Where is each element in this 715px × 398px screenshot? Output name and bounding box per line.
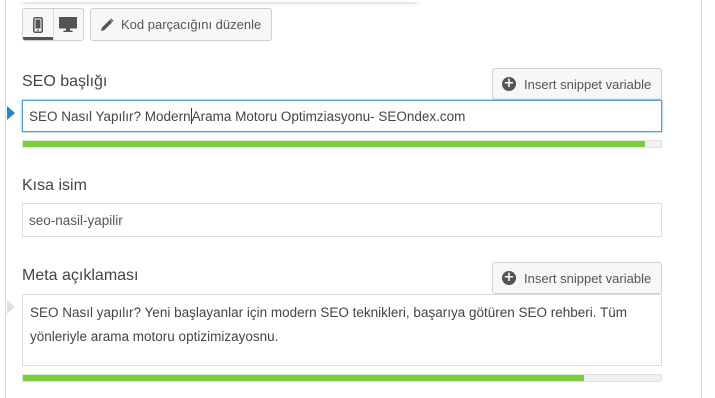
seo-title-progress-bar	[22, 140, 662, 148]
seo-title-text-after-caret: Arama Motoru Optimziasyonu- SEOndex.com	[191, 108, 466, 124]
panel-left-border	[5, 0, 6, 398]
active-field-indicator-arrow	[7, 106, 15, 120]
insert-variable-label: Insert snippet variable	[524, 76, 652, 92]
slug-value: seo-nasil-yapilir	[29, 212, 123, 228]
seo-title-progress-fill	[23, 141, 646, 147]
pencil-icon	[101, 18, 114, 31]
panel-right-border	[701, 0, 702, 398]
inactive-field-indicator-arrow	[7, 300, 15, 314]
meta-description-progress-fill	[23, 375, 585, 381]
seo-title-text-before-caret: SEO Nasıl Yapılır? Modern	[29, 108, 191, 124]
slug-label: Kısa isim	[22, 177, 87, 194]
meta-description-progress-bar	[22, 374, 662, 382]
mobile-icon	[32, 16, 43, 33]
insert-variable-label: Insert snippet variable	[524, 270, 652, 286]
edit-snippet-label: Kod parçacığını düzenle	[121, 17, 262, 32]
meta-description-value: SEO Nasıl yapılır? Yeni başlayanlar için…	[30, 305, 628, 344]
seo-title-input[interactable]: SEO Nasıl Yapılır? Modern Arama Motoru O…	[22, 100, 662, 132]
edit-snippet-button[interactable]: Kod parçacığını düzenle	[90, 8, 272, 41]
seo-title-insert-variable-button[interactable]: + Insert snippet variable	[492, 68, 662, 100]
popup-shadow-edge	[22, 0, 418, 2]
preview-mode-switcher	[22, 8, 84, 41]
slug-input[interactable]: seo-nasil-yapilir	[22, 203, 662, 237]
plus-circle-icon: +	[502, 76, 516, 91]
desktop-icon	[59, 17, 78, 32]
seo-title-label: SEO başlığı	[22, 73, 108, 90]
meta-description-label: Meta açıklaması	[22, 267, 139, 284]
desktop-preview-button[interactable]	[52, 9, 84, 40]
meta-description-textarea[interactable]: SEO Nasıl yapılır? Yeni başlayanlar için…	[22, 294, 662, 366]
mobile-preview-button[interactable]	[23, 9, 53, 40]
meta-description-insert-variable-button[interactable]: + Insert snippet variable	[492, 262, 662, 294]
plus-circle-icon: +	[502, 270, 516, 285]
